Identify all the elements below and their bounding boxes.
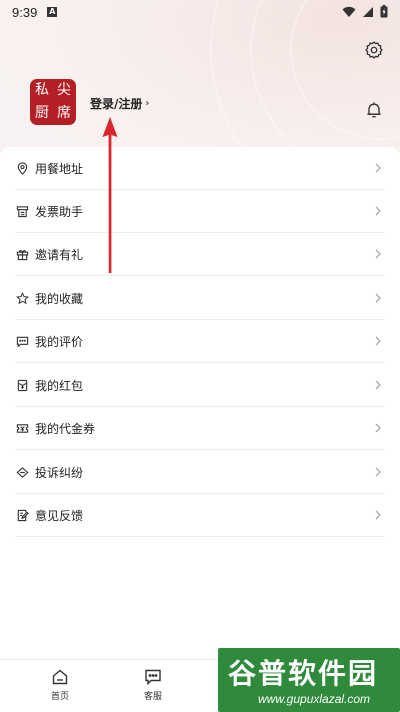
menu-item-reviews[interactable]: 我的评价 bbox=[15, 320, 385, 363]
menu-item-label: 我的代金券 bbox=[35, 421, 96, 436]
tab-label: 客服 bbox=[143, 692, 162, 702]
home-icon bbox=[52, 669, 68, 685]
menu-item-favorites[interactable]: 我的收藏 bbox=[15, 277, 385, 320]
chevron-right-icon bbox=[375, 163, 381, 173]
menu-item-label: 我的评价 bbox=[35, 334, 84, 349]
menu-item-label: 投诉纠纷 bbox=[35, 465, 84, 480]
chevron-right-icon: › bbox=[145, 98, 150, 109]
chevron-right-icon bbox=[375, 380, 381, 390]
menu-item-label: 我的收藏 bbox=[35, 291, 84, 306]
login-register-label: 登录/注册 bbox=[90, 97, 143, 111]
avatar-char: 私 bbox=[35, 82, 49, 98]
menu-item-label: 邀请有礼 bbox=[35, 247, 84, 262]
gear-icon bbox=[365, 41, 383, 59]
chevron-right-icon bbox=[375, 423, 381, 433]
avatar-char: 厨 bbox=[35, 105, 49, 121]
notification-button[interactable] bbox=[364, 100, 384, 120]
menu-item-coupons[interactable]: 我的代金券 bbox=[15, 407, 385, 450]
menu-item-complaints[interactable]: 投诉纠纷 bbox=[15, 451, 385, 494]
settings-button[interactable] bbox=[364, 40, 384, 60]
menu-item-invite[interactable]: 邀请有礼 bbox=[15, 233, 385, 276]
red-arrow-annotation bbox=[102, 117, 118, 273]
comment-icon bbox=[15, 334, 29, 348]
status-time: 9:39 bbox=[12, 4, 38, 20]
gift-icon bbox=[15, 247, 29, 261]
menu-item-label: 用餐地址 bbox=[35, 161, 84, 176]
status-bar: 9:39 A bbox=[0, 0, 400, 24]
watermark-url: www.gupuxlazal.com bbox=[258, 692, 371, 706]
avatar-char: 席 bbox=[57, 105, 71, 121]
bell-icon bbox=[367, 102, 381, 118]
wifi-icon bbox=[342, 6, 356, 17]
chevron-right-icon bbox=[375, 293, 381, 303]
watermark-title: 谷普软件园 bbox=[228, 657, 379, 690]
complaint-icon bbox=[15, 465, 29, 479]
menu-item-invoice[interactable]: 发票助手 bbox=[15, 190, 385, 233]
tab-label: 首页 bbox=[50, 692, 69, 702]
chevron-right-icon bbox=[375, 206, 381, 216]
notification-badge-icon: A bbox=[47, 7, 58, 17]
star-icon bbox=[15, 291, 29, 305]
chevron-right-icon bbox=[375, 467, 381, 477]
chevron-right-icon bbox=[375, 336, 381, 346]
tab-home[interactable]: 首页 bbox=[38, 668, 82, 708]
avatar-char: 尖 bbox=[57, 82, 71, 98]
battery-icon bbox=[380, 5, 388, 18]
location-icon bbox=[15, 161, 29, 175]
menu-item-label: 我的红包 bbox=[35, 378, 84, 393]
chevron-right-icon bbox=[375, 249, 381, 259]
tab-customer-service[interactable]: 客服 bbox=[131, 668, 175, 708]
chat-icon bbox=[145, 669, 161, 686]
avatar[interactable]: 私 尖 厨 席 bbox=[30, 79, 76, 125]
invoice-icon bbox=[15, 204, 29, 218]
status-icons bbox=[342, 5, 388, 18]
menu-item-feedback[interactable]: 意见反馈 bbox=[15, 494, 385, 537]
menu-item-label: 意见反馈 bbox=[35, 508, 84, 523]
menu-item-address[interactable]: 用餐地址 bbox=[15, 147, 385, 190]
red-packet-icon bbox=[15, 378, 29, 392]
menu-item-red-packets[interactable]: 我的红包 bbox=[15, 364, 385, 407]
menu-item-label: 发票助手 bbox=[35, 204, 84, 219]
watermark-logo: 谷普软件园 www.gupuxlazal.com bbox=[218, 648, 400, 712]
coupon-icon bbox=[15, 421, 29, 435]
feedback-icon bbox=[15, 508, 29, 522]
signal-icon bbox=[363, 6, 373, 17]
login-register-link[interactable]: 登录/注册 › bbox=[90, 95, 149, 112]
chevron-right-icon bbox=[375, 510, 381, 520]
menu-card: 用餐地址 发票助手 邀请有礼 我的收藏 我的评价 我的红包 我的代金券 投诉纠纷… bbox=[0, 147, 400, 659]
